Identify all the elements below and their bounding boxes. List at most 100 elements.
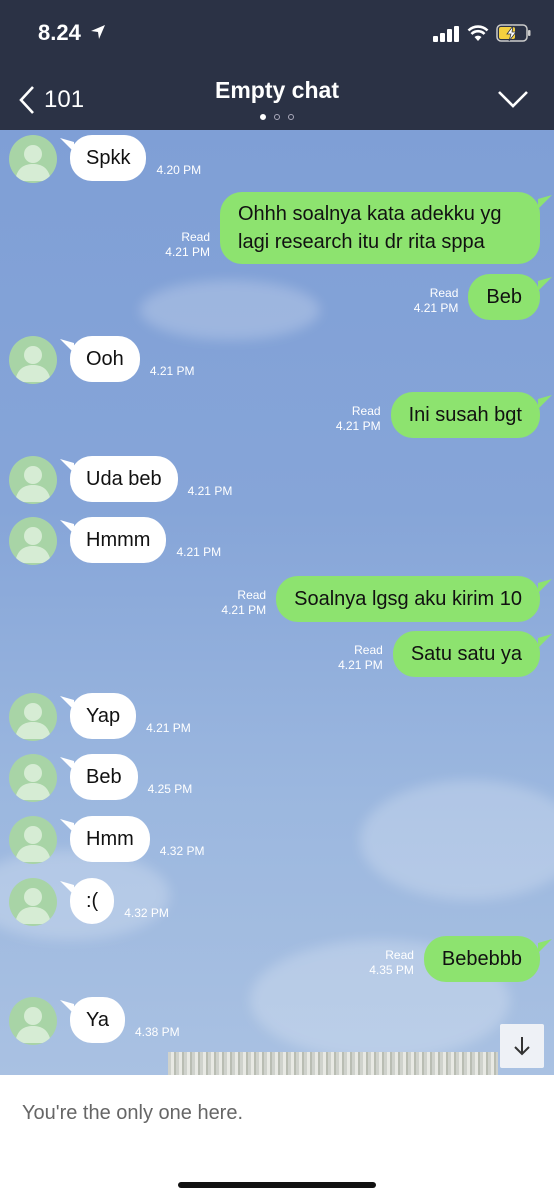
read-status: Read (237, 588, 267, 602)
message-bubble[interactable]: Bebebbb (423, 936, 540, 982)
outgoing-message: Satu satu ya Read 4.21 PM (0, 631, 554, 677)
page-indicator (0, 114, 554, 120)
bubble-tail (60, 138, 74, 152)
read-status: Read (354, 643, 383, 657)
arrow-down-icon (514, 1037, 530, 1056)
read-status: Read (181, 230, 210, 244)
avatar-icon (15, 346, 51, 382)
message-meta: Read 4.35 PM (369, 948, 414, 978)
message-meta: Read 4.21 PM (336, 404, 381, 434)
message-bubble[interactable]: :( (70, 878, 115, 924)
incoming-message: Hmmm 4.21 PM (0, 517, 554, 565)
battery-charging-icon (496, 24, 531, 42)
read-status: Read (385, 948, 414, 962)
footer: You're the only one here. (0, 1075, 554, 1200)
avatar[interactable] (9, 135, 57, 183)
image-message-preview[interactable] (168, 1052, 498, 1075)
bubble-tail (60, 1000, 74, 1014)
message-bubble[interactable]: Ooh (70, 336, 140, 382)
incoming-message: Yap 4.21 PM (0, 693, 554, 741)
message-text: Beb (86, 765, 122, 788)
bubble-tail (60, 757, 74, 771)
location-arrow-icon (91, 25, 105, 39)
read-status: Read (351, 404, 381, 418)
message-text: Ini susah bgt (408, 403, 522, 426)
bubble-tail (538, 195, 552, 209)
bubble-tail (538, 634, 552, 648)
message-text: Bebebbb (441, 947, 522, 970)
incoming-message: Ooh 4.21 PM (0, 336, 554, 384)
message-time: 4.21 PM (221, 603, 267, 617)
avatar-icon (15, 466, 51, 502)
message-bubble[interactable]: Spkk (70, 135, 147, 181)
message-meta: Read 4.21 PM (414, 286, 459, 316)
outgoing-message: Ini susah bgt Read 4.21 PM (0, 392, 554, 438)
incoming-message: :(4.32 PM (0, 878, 554, 926)
outgoing-message: Soalnya lgsg aku kirim 10 Read 4.21 PM (0, 576, 554, 622)
incoming-message: Ya 4.38 PM (0, 997, 554, 1045)
message-time: 4.35 PM (369, 963, 414, 977)
bubble-tail (60, 819, 74, 833)
avatar-icon (15, 527, 51, 563)
incoming-message: Beb 4.25 PM (0, 754, 554, 802)
message-time: 4.21 PM (187, 484, 233, 498)
chevron-down-icon[interactable] (497, 88, 529, 110)
message-time: 4.25 PM (147, 782, 193, 796)
message-bubble[interactable]: Soalnya lgsg aku kirim 10 (276, 576, 540, 622)
avatar-icon (15, 145, 51, 181)
nav-bar: 101 Empty chat (0, 64, 554, 130)
bubble-tail (60, 881, 74, 895)
message-time: 4.21 PM (335, 419, 381, 433)
message-meta: Read 4.21 PM (221, 588, 266, 618)
message-bubble[interactable]: Ini susah bgt (390, 392, 540, 438)
bubble-tail (60, 696, 74, 710)
message-time: 4.21 PM (338, 658, 383, 672)
message-bubble[interactable]: Yap (70, 693, 137, 739)
avatar[interactable] (9, 693, 57, 741)
message-bubble[interactable]: Hmmm (70, 517, 167, 563)
empty-chat-notice: You're the only one here. (22, 1102, 244, 1124)
page-dot (274, 114, 280, 120)
message-text: Satu satu ya (410, 642, 522, 665)
incoming-message: Hmm 4.32 PM (0, 816, 554, 864)
message-text: Ohhh soalnya kata adekku yg lagi researc… (238, 203, 502, 253)
avatar[interactable] (9, 336, 57, 384)
wifi-icon (467, 25, 489, 41)
message-bubble[interactable]: Ya (70, 997, 125, 1043)
message-time: 4.21 PM (165, 245, 210, 259)
message-bubble[interactable]: Ohhh soalnya kata adekku yg lagi researc… (220, 192, 540, 264)
message-bubble[interactable]: Uda beb (70, 456, 178, 502)
avatar[interactable] (9, 754, 57, 802)
message-text: Hmmm (86, 528, 151, 551)
message-text: :( (86, 889, 99, 912)
outgoing-message: Bebebbb Read 4.35 PM (0, 936, 554, 982)
avatar-icon (15, 826, 51, 862)
message-bubble[interactable]: Beb (468, 274, 540, 320)
incoming-message: Spkk 4.20 PM (0, 135, 554, 183)
message-time: 4.32 PM (159, 844, 205, 858)
chat-title: Empty chat (215, 77, 339, 103)
status-time: 8.24 (38, 20, 81, 45)
message-bubble[interactable]: Hmm (70, 816, 150, 862)
avatar[interactable] (9, 517, 57, 565)
message-time: 4.21 PM (149, 364, 195, 378)
page-dot (260, 114, 266, 120)
bubble-tail (60, 459, 74, 473)
avatar[interactable] (9, 997, 57, 1045)
page-dot (288, 114, 294, 120)
incoming-message: Uda beb 4.21 PM (0, 456, 554, 504)
outgoing-message: Beb Read 4.21 PM (0, 274, 554, 320)
avatar[interactable] (9, 878, 57, 926)
scroll-to-bottom-button[interactable] (500, 1024, 544, 1068)
message-time: 4.21 PM (176, 545, 222, 559)
message-bubble[interactable]: Satu satu ya (392, 631, 540, 677)
read-status: Read (429, 286, 459, 300)
avatar[interactable] (9, 816, 57, 864)
message-meta: Read 4.21 PM (338, 643, 383, 673)
avatar[interactable] (9, 456, 57, 504)
bubble-tail (538, 939, 552, 953)
home-indicator[interactable] (178, 1182, 376, 1188)
chat-area[interactable]: Spkk 4.20 PM Ohhh soalnya kata adekku yg l… (0, 130, 554, 1075)
message-text: Hmm (86, 827, 134, 850)
message-bubble[interactable]: Beb (70, 754, 138, 800)
